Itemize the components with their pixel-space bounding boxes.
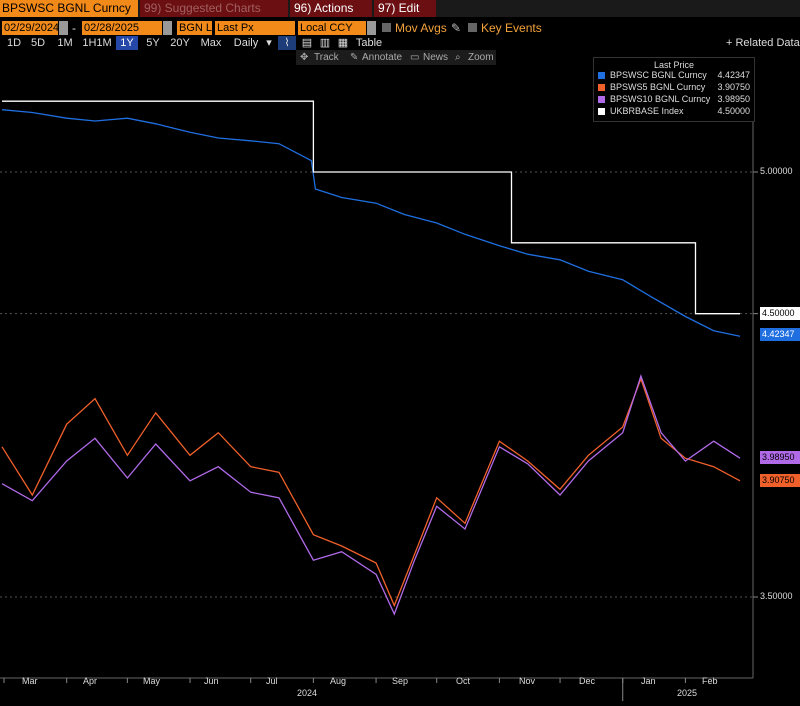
price-chart[interactable] (0, 66, 800, 706)
mov-avgs-label: Mov Avgs (395, 21, 447, 35)
price-field-select[interactable]: Last Px (215, 21, 295, 35)
chevron-down-icon[interactable] (367, 21, 376, 35)
legend-swatch (598, 96, 605, 103)
table-button[interactable]: Table (354, 36, 384, 50)
y-tick-label: 3.50000 (760, 591, 793, 601)
legend-swatch (598, 72, 605, 79)
period-5y[interactable]: 5Y (142, 36, 164, 50)
news-button[interactable]: News (423, 50, 448, 65)
legend-item: UKBRBASE Index 4.50000 (594, 106, 754, 118)
year-label: 2025 (677, 688, 698, 698)
suggested-charts-button[interactable]: 99) Suggested Charts (140, 0, 288, 17)
annotate-button[interactable]: Annotate (362, 50, 402, 65)
pencil-icon[interactable]: ✎ (451, 20, 461, 36)
legend-title: Last Price (653, 60, 695, 70)
x-tick-label: May (143, 676, 161, 686)
annotate-icon[interactable]: ✎ (350, 50, 358, 65)
x-tick-label: Apr (83, 676, 98, 686)
track-button[interactable]: Track (314, 50, 339, 65)
x-tick-label: Sep (392, 676, 409, 686)
legend-series-name: UKBRBASE Index (610, 106, 684, 116)
chart-legend: Last Price BPSWSC BGNL Curncy 4.42347 BP… (593, 57, 755, 122)
actions-menu-button[interactable]: 96) Actions (290, 0, 372, 17)
end-date-field[interactable]: 02/28/2025 (82, 21, 162, 35)
price-tag-bpsws5: 3.90750 (760, 474, 800, 487)
line-chart-icon[interactable]: ⌇ (278, 36, 296, 50)
legend-series-value: 4.42347 (717, 70, 750, 80)
x-tick-label: Feb (702, 676, 718, 686)
track-icon[interactable]: ✥ (300, 50, 308, 65)
key-events-label: Key Events (481, 21, 542, 35)
bar-chart-icon[interactable]: ▥ (318, 36, 332, 50)
year-label: 2024 (297, 688, 318, 698)
period-20y[interactable]: 20Y (168, 36, 192, 50)
x-tick-label: Jul (266, 676, 278, 686)
settings-bar: 02/29/2024 - 02/28/2025 BGN L Last Px Lo… (0, 19, 800, 35)
period-max[interactable]: Max (198, 36, 224, 50)
calendar-icon[interactable] (163, 21, 172, 35)
legend-swatch (598, 84, 605, 91)
related-data-button[interactable]: + Related Data (726, 36, 800, 50)
period-1d[interactable]: 1D (4, 36, 24, 50)
legend-swatch (598, 108, 605, 115)
top-menu-bar: BPSWSC BGNL Curncy 99) Suggested Charts … (0, 0, 800, 17)
legend-series-value: 3.90750 (717, 82, 750, 92)
series-line-3 (2, 100, 740, 315)
period-1m[interactable]: 1M (54, 36, 76, 50)
x-tick-label: Oct (456, 676, 471, 686)
x-tick-label: Aug (330, 676, 347, 686)
edit-menu-button[interactable]: 97) Edit (374, 0, 436, 17)
start-date-field[interactable]: 02/29/2024 (2, 21, 58, 35)
ticker-input[interactable]: BPSWSC BGNL Curncy (0, 0, 138, 17)
period-5d[interactable]: 5D (28, 36, 48, 50)
x-tick-label: Nov (519, 676, 536, 686)
legend-series-value: 3.98950 (717, 94, 750, 104)
legend-item: BPSWSC BGNL Curncy 4.42347 (594, 70, 754, 82)
zoom-icon[interactable]: ⌕ (455, 50, 461, 65)
legend-item: BPSWS10 BGNL Curncy 3.98950 (594, 94, 754, 106)
price-tag-ukbrbase: 4.50000 (760, 307, 800, 320)
calendar-icon[interactable] (59, 21, 68, 35)
x-tick-label: Jan (641, 676, 656, 686)
series-line-0 (1, 109, 741, 337)
chevron-down-icon[interactable]: ▾ (264, 36, 274, 50)
mov-avgs-checkbox[interactable] (382, 23, 391, 32)
x-tick-label: Mar (22, 676, 38, 686)
news-icon[interactable]: ▭ (410, 50, 419, 65)
frequency-select[interactable]: Daily (228, 36, 264, 50)
period-1y[interactable]: 1Y (116, 36, 138, 50)
source-field[interactable]: BGN L (177, 21, 212, 35)
legend-series-name: BPSWS5 BGNL Curncy (610, 82, 706, 92)
price-tag-bpswsc: 4.42347 (760, 328, 800, 341)
zoom-button[interactable]: Zoom (468, 50, 494, 65)
series-line-2 (1, 373, 741, 616)
chart-type-icon[interactable]: ▤ (300, 36, 314, 50)
x-tick-label: Dec (579, 676, 596, 686)
legend-series-value: 4.50000 (717, 106, 750, 116)
currency-select[interactable]: Local CCY (298, 21, 366, 35)
x-tick-label: Jun (204, 676, 219, 686)
price-tag-bpsws10: 3.98950 (760, 451, 800, 464)
key-events-checkbox[interactable] (468, 23, 477, 32)
candle-chart-icon[interactable]: ▦ (336, 36, 350, 50)
period-bar: 1D 5D 1M 1H1M 1Y 5Y 20Y Max Daily ▾ ⌇ ▤ … (0, 36, 800, 50)
period-1h1m[interactable]: 1H1M (82, 36, 112, 50)
date-separator: - (72, 21, 76, 35)
legend-item: BPSWS5 BGNL Curncy 3.90750 (594, 82, 754, 94)
legend-series-name: BPSWSC BGNL Curncy (610, 70, 707, 80)
y-tick-label: 5.00000 (760, 166, 793, 176)
legend-series-name: BPSWS10 BGNL Curncy (610, 94, 711, 104)
